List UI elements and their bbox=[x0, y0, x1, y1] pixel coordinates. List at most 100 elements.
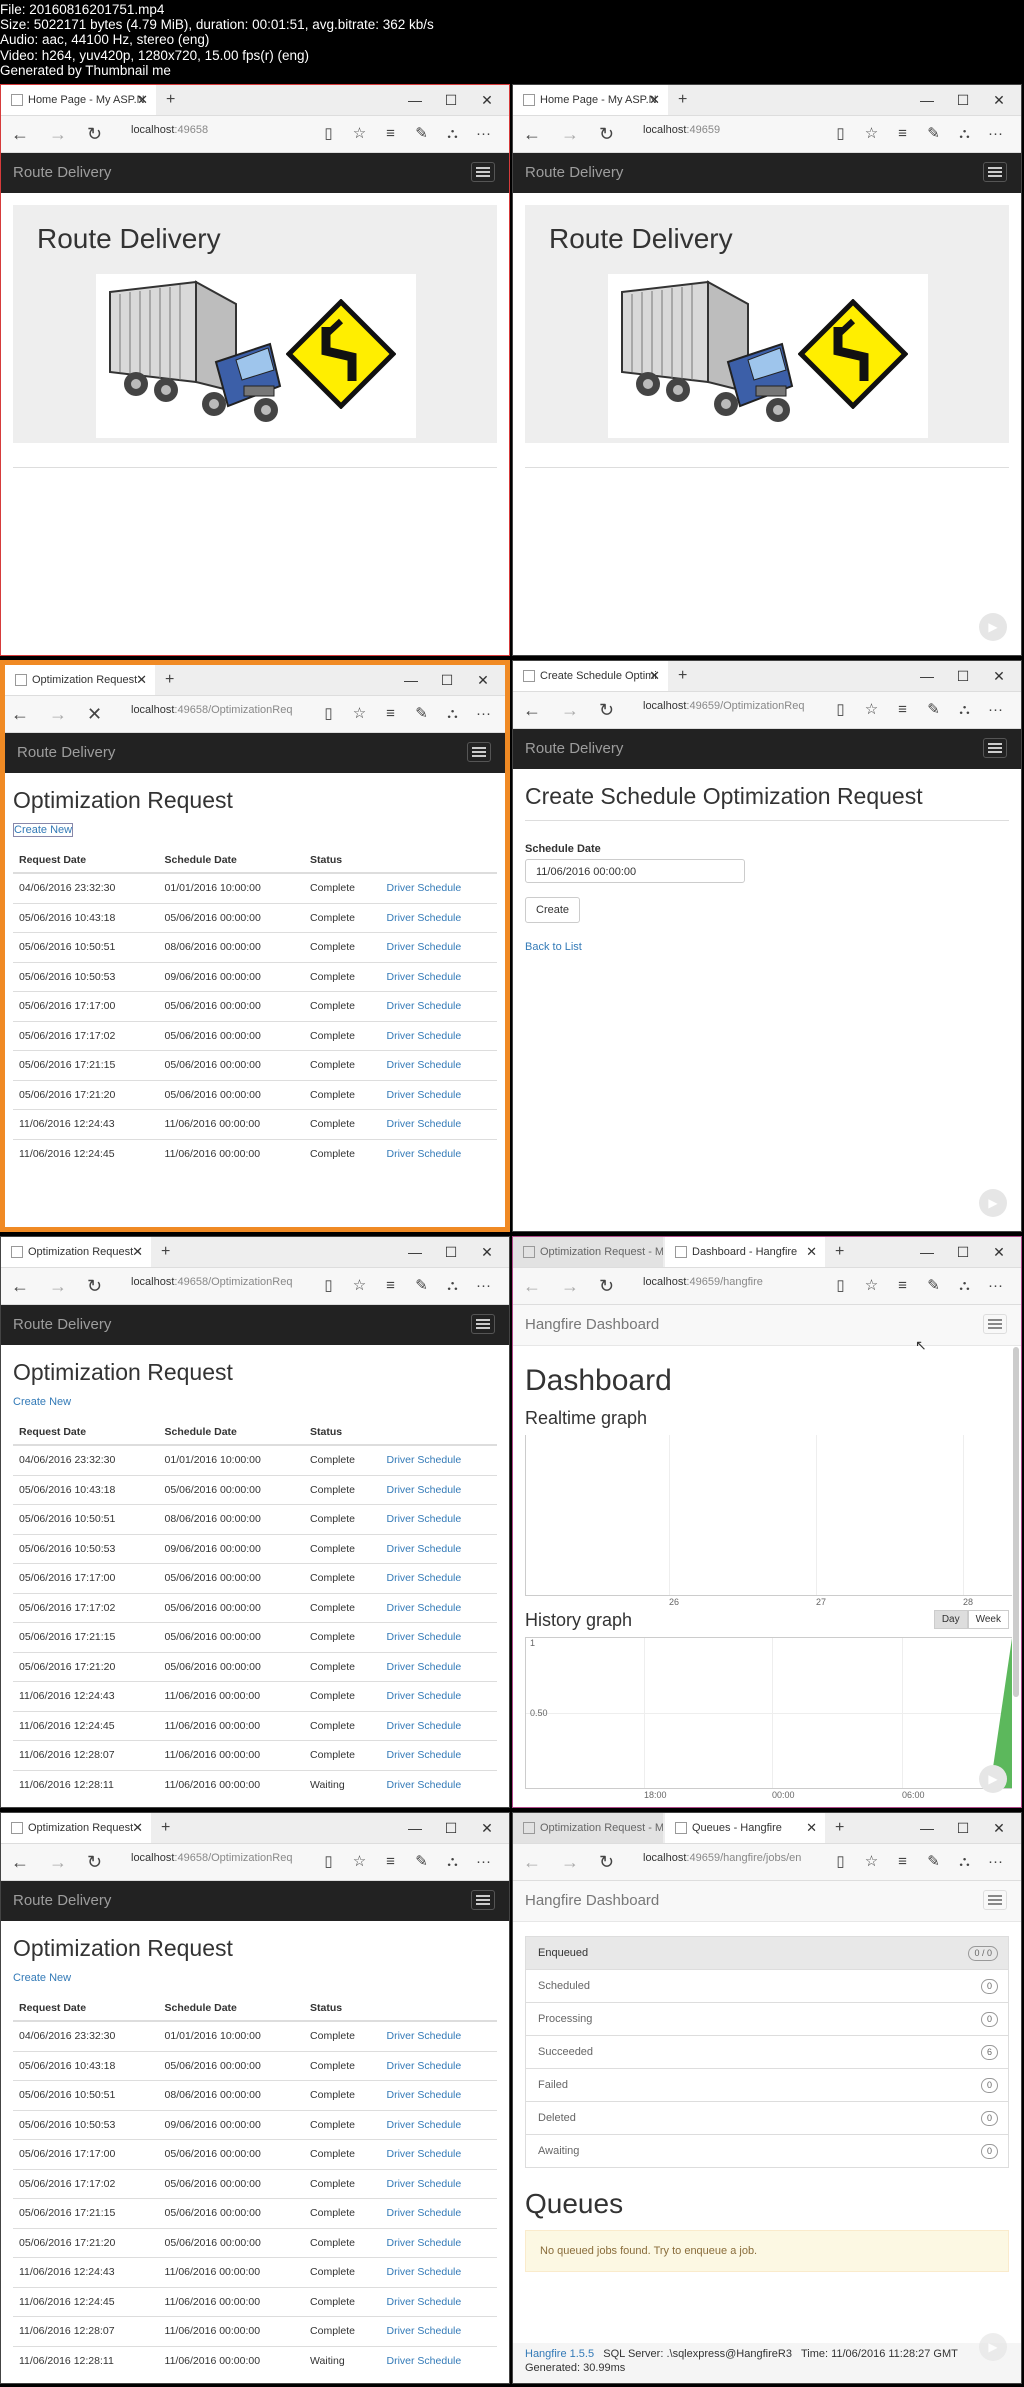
hub-icon[interactable]: ≡ bbox=[887, 1268, 918, 1304]
schedule-date-input[interactable]: 11/06/2016 00:00:00 bbox=[525, 859, 745, 883]
favorite-icon[interactable]: ☆ bbox=[344, 1268, 375, 1304]
reading-view-icon[interactable]: ▯ bbox=[313, 1268, 344, 1304]
browser-tab[interactable]: Home Page - My ASP.N ✕ bbox=[513, 85, 668, 115]
navbar-brand[interactable]: Hangfire Dashboard bbox=[525, 1892, 659, 1909]
driver-schedule-link[interactable]: Driver Schedule bbox=[380, 2257, 497, 2287]
forward-icon[interactable]: → bbox=[49, 1268, 67, 1304]
menu-toggle-icon[interactable] bbox=[983, 1314, 1007, 1334]
close-window-icon[interactable]: ✕ bbox=[469, 85, 505, 115]
navbar-brand[interactable]: Route Delivery bbox=[13, 164, 111, 181]
driver-schedule-link[interactable]: Driver Schedule bbox=[380, 1681, 497, 1711]
driver-schedule-link[interactable]: Driver Schedule bbox=[380, 1138, 497, 1168]
maximize-icon[interactable]: ☐ bbox=[433, 1237, 469, 1267]
driver-schedule-link[interactable]: Driver Schedule bbox=[380, 2227, 497, 2258]
hub-icon[interactable]: ≡ bbox=[375, 1844, 406, 1880]
play-icon[interactable]: ▶ bbox=[979, 2333, 1007, 2361]
web-note-icon[interactable]: ✎ bbox=[918, 116, 949, 152]
back-icon[interactable]: ← bbox=[11, 1268, 29, 1304]
menu-toggle-icon[interactable] bbox=[983, 1890, 1007, 1910]
url-field[interactable]: localhost:49658/OptimizationReq bbox=[131, 1276, 301, 1288]
browser-tab[interactable]: Optimization Request - My bbox=[513, 1237, 663, 1267]
navbar-brand[interactable]: Route Delivery bbox=[525, 740, 623, 757]
back-icon[interactable]: ← bbox=[523, 116, 541, 152]
web-note-icon[interactable]: ✎ bbox=[406, 1844, 437, 1880]
navbar-brand[interactable]: Route Delivery bbox=[17, 744, 115, 761]
web-note-icon[interactable]: ✎ bbox=[918, 692, 949, 728]
close-tab-icon[interactable]: ✕ bbox=[806, 1237, 817, 1267]
close-tab-icon[interactable]: ✕ bbox=[132, 1237, 143, 1267]
week-button[interactable]: Week bbox=[967, 1610, 1009, 1629]
play-icon[interactable]: ▶ bbox=[979, 613, 1007, 641]
minimize-icon[interactable]: — bbox=[909, 1813, 945, 1843]
hub-icon[interactable]: ≡ bbox=[887, 116, 918, 152]
driver-schedule-link[interactable]: Driver Schedule bbox=[380, 1050, 497, 1080]
share-icon[interactable]: ⛬ bbox=[437, 1844, 468, 1880]
play-icon[interactable]: ▶ bbox=[979, 1189, 1007, 1217]
close-window-icon[interactable]: ✕ bbox=[981, 661, 1017, 691]
more-icon[interactable]: ··· bbox=[468, 116, 499, 152]
maximize-icon[interactable]: ☐ bbox=[945, 661, 981, 691]
refresh-icon[interactable]: ↻ bbox=[87, 116, 102, 152]
forward-icon[interactable]: → bbox=[49, 1844, 67, 1880]
reading-view-icon[interactable]: ▯ bbox=[313, 1844, 344, 1880]
favorite-icon[interactable]: ☆ bbox=[856, 1844, 887, 1880]
close-tab-icon[interactable]: ✕ bbox=[649, 661, 660, 691]
minimize-icon[interactable]: — bbox=[397, 1237, 433, 1267]
web-note-icon[interactable]: ✎ bbox=[406, 696, 437, 732]
navbar-brand[interactable]: Hangfire Dashboard bbox=[525, 1316, 659, 1333]
url-field[interactable]: localhost:49659 bbox=[643, 124, 813, 136]
back-icon[interactable]: ← bbox=[523, 1268, 541, 1304]
close-window-icon[interactable]: ✕ bbox=[981, 85, 1017, 115]
driver-schedule-link[interactable]: Driver Schedule bbox=[380, 1651, 497, 1682]
refresh-icon[interactable]: ↻ bbox=[599, 1268, 614, 1304]
driver-schedule-link[interactable]: Driver Schedule bbox=[380, 872, 497, 903]
minimize-icon[interactable]: — bbox=[393, 665, 429, 695]
create-new-link[interactable]: Create New bbox=[13, 1972, 71, 1984]
driver-schedule-link[interactable]: Driver Schedule bbox=[380, 2345, 497, 2375]
maximize-icon[interactable]: ☐ bbox=[433, 85, 469, 115]
driver-schedule-link[interactable]: Driver Schedule bbox=[380, 2020, 497, 2051]
driver-schedule-link[interactable]: Driver Schedule bbox=[380, 2168, 497, 2199]
driver-schedule-link[interactable]: Driver Schedule bbox=[380, 2109, 497, 2140]
favorite-icon[interactable]: ☆ bbox=[856, 1268, 887, 1304]
more-icon[interactable]: ··· bbox=[468, 696, 499, 732]
share-icon[interactable]: ⛬ bbox=[949, 1268, 980, 1304]
driver-schedule-link[interactable]: Driver Schedule bbox=[380, 902, 497, 933]
browser-tab[interactable]: Optimization Request - My bbox=[513, 1813, 663, 1843]
create-button[interactable]: Create bbox=[525, 897, 581, 923]
close-tab-icon[interactable]: ✕ bbox=[649, 85, 660, 115]
driver-schedule-link[interactable]: Driver Schedule bbox=[380, 1079, 497, 1110]
job-state-item[interactable]: Processing 0 bbox=[525, 2003, 1009, 2036]
driver-schedule-link[interactable]: Driver Schedule bbox=[380, 991, 497, 1021]
forward-icon[interactable]: → bbox=[561, 1268, 579, 1304]
share-icon[interactable]: ⛬ bbox=[437, 696, 468, 732]
back-icon[interactable]: ← bbox=[11, 1844, 29, 1880]
close-window-icon[interactable]: ✕ bbox=[469, 1813, 505, 1843]
new-tab-button[interactable]: + bbox=[678, 661, 687, 691]
maximize-icon[interactable]: ☐ bbox=[945, 85, 981, 115]
close-window-icon[interactable]: ✕ bbox=[981, 1813, 1017, 1843]
maximize-icon[interactable]: ☐ bbox=[429, 665, 465, 695]
driver-schedule-link[interactable]: Driver Schedule bbox=[380, 1504, 497, 1534]
favorite-icon[interactable]: ☆ bbox=[344, 116, 375, 152]
web-note-icon[interactable]: ✎ bbox=[918, 1844, 949, 1880]
minimize-icon[interactable]: — bbox=[909, 85, 945, 115]
new-tab-button[interactable]: + bbox=[678, 85, 687, 115]
driver-schedule-link[interactable]: Driver Schedule bbox=[380, 1533, 497, 1564]
url-field[interactable]: localhost:49658/OptimizationReq bbox=[131, 1852, 301, 1864]
reading-view-icon[interactable]: ▯ bbox=[825, 1268, 856, 1304]
navbar-brand[interactable]: Route Delivery bbox=[13, 1892, 111, 1909]
create-new-link[interactable]: Create New bbox=[13, 823, 74, 837]
maximize-icon[interactable]: ☐ bbox=[433, 1813, 469, 1843]
forward-icon[interactable]: → bbox=[49, 116, 67, 152]
job-state-item[interactable]: Enqueued 0 / 0 bbox=[525, 1936, 1009, 1970]
reading-view-icon[interactable]: ▯ bbox=[313, 696, 344, 732]
close-window-icon[interactable]: ✕ bbox=[469, 1237, 505, 1267]
driver-schedule-link[interactable]: Driver Schedule bbox=[380, 1769, 497, 1799]
new-tab-button[interactable]: + bbox=[835, 1237, 844, 1267]
back-icon[interactable]: ← bbox=[523, 692, 541, 728]
enqueue-link[interactable]: Try to enqueue a job. bbox=[654, 2245, 758, 2257]
scrollbar[interactable] bbox=[1013, 1347, 1019, 1697]
driver-schedule-link[interactable]: Driver Schedule bbox=[380, 2050, 497, 2081]
browser-tab[interactable]: Optimization Request - ✕ bbox=[5, 665, 155, 695]
